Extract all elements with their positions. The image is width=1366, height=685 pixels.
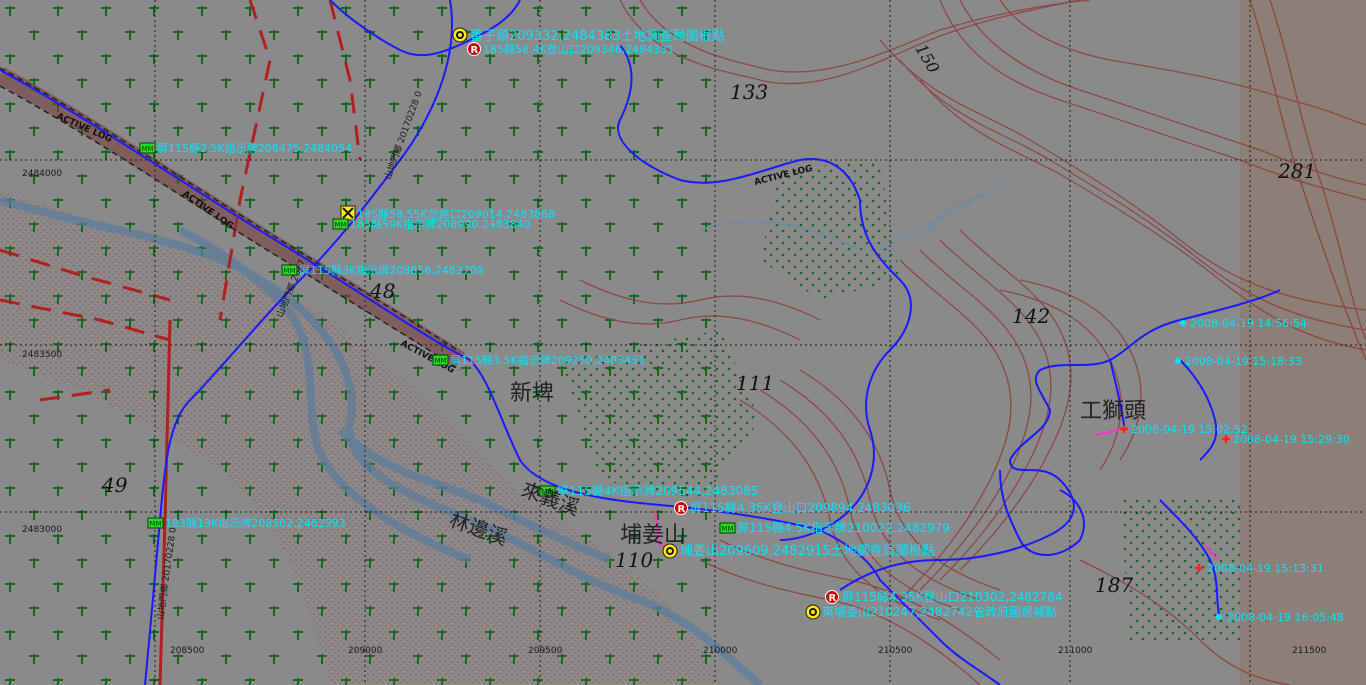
grid-x-label: 208500 [170,646,205,656]
track-point-dot-icon[interactable] [1175,358,1181,364]
waypoint-label[interactable]: 屏115縣2.5K指示牌208475,2484054 [157,141,352,155]
svg-text:MM: MM [722,525,734,533]
signpost-icon[interactable]: MM [139,142,156,154]
place-label: 工獅頭 [1080,399,1146,424]
waypoint-label[interactable]: 屏115縣4.5K指示牌210022,2482979 [737,520,950,535]
track-point-label[interactable]: 2008-04-19 15:02:52 [1131,423,1248,436]
waypoint-label[interactable]: 屏115縣4.35K登山口209894,2483036 [690,500,911,515]
waypoint-label[interactable]: 埔姜山209609,2482915土地調查局圖根點 [680,544,935,559]
elevation-label: 111 [736,371,774,395]
trailhead-icon[interactable]: R [467,42,481,57]
waypoint-label[interactable]: 183縣13K指示牌208502,2482993 [165,516,346,530]
survey-point-icon[interactable] [805,604,821,620]
map-canvas: 208500 209000 209500 210000 210500 21100… [0,0,1366,685]
track-point-dot-icon[interactable] [1180,320,1186,326]
grid-x-label: 210000 [703,646,738,656]
hillshade [1240,0,1366,685]
survey-point-icon[interactable] [452,27,468,43]
svg-text:R: R [678,504,686,515]
grid-x-label: 211500 [1292,646,1327,656]
grid-y-label: 2483000 [22,525,62,535]
waypoint-label[interactable]: 185縣59K指示牌208990,2483840 [350,217,531,231]
track-point-label[interactable]: 2008-04-19 15:29:30 [1233,433,1350,446]
signpost-icon[interactable]: MM [332,218,349,230]
svg-text:MM: MM [150,520,162,528]
elevation-label: 49 [101,473,128,497]
trailhead-icon[interactable]: R [674,501,688,516]
elevation-label: 187 [1095,573,1133,597]
elevation-label: 142 [1012,304,1050,328]
svg-text:MM: MM [435,357,447,365]
track-point-label[interactable]: 2008-04-19 14:56:54 [1190,317,1307,330]
grid-x-label: 209000 [348,646,383,656]
grid-y-label: 2483500 [22,350,62,360]
elevation-label: 48 [369,279,395,303]
signpost-icon[interactable]: MM [432,354,449,366]
elevation-label: 133 [730,80,768,104]
place-label: 新埤 [510,381,554,406]
waypoint-label[interactable]: 185縣58.4K登山口209346,2484331 [483,42,674,56]
svg-text:MM: MM [142,145,154,153]
signpost-icon[interactable]: MM [147,517,164,529]
waypoint-label[interactable]: 東埔姜山210247,2482742省政府圖根補點 [822,604,1057,619]
trailhead-icon[interactable]: R [825,590,839,605]
svg-text:R: R [829,593,837,604]
svg-text:MM: MM [284,267,296,275]
waypoint-label[interactable]: 屏115縣3.5K指示牌209250,2483451 [450,353,645,367]
track-point-dot-icon[interactable] [1216,614,1222,620]
signpost-icon[interactable]: MM [281,264,298,276]
svg-text:MM: MM [335,221,347,229]
grid-x-label: 209500 [528,646,563,656]
waypoint-label[interactable]: 屏115縣4.35K登山口210302,2482784 [842,589,1063,604]
elevation-label: 281 [1277,159,1316,183]
svg-text:R: R [471,45,479,56]
track-point-label[interactable]: 2008-04-19 15:13:31 [1207,562,1324,575]
track-point-label[interactable]: 2008-04-19 15:18:33 [1185,355,1302,368]
grid-y-label: 2484000 [22,169,62,179]
track-point-label[interactable]: 2008-04-19 16:05:48 [1227,611,1344,624]
waypoint-label[interactable]: 屏115縣4K指示牌209544,2483085 [557,483,758,498]
elevation-label: 110 [615,548,653,572]
topo-map-view[interactable]: 208500 209000 209500 210000 210500 21100… [0,0,1366,685]
grid-x-label: 211000 [1058,646,1093,656]
place-label: 埔姜山 [620,523,686,548]
survey-point-icon[interactable] [662,543,678,559]
waypoint-label[interactable]: 屏115縣3K指示牌208856,2483709 [299,263,484,277]
grid-x-label: 210500 [878,646,913,656]
waypoint-label[interactable]: 番子頭209332,2484383土地調查局圖根點 [470,29,725,44]
signpost-icon[interactable]: MM [719,522,736,534]
